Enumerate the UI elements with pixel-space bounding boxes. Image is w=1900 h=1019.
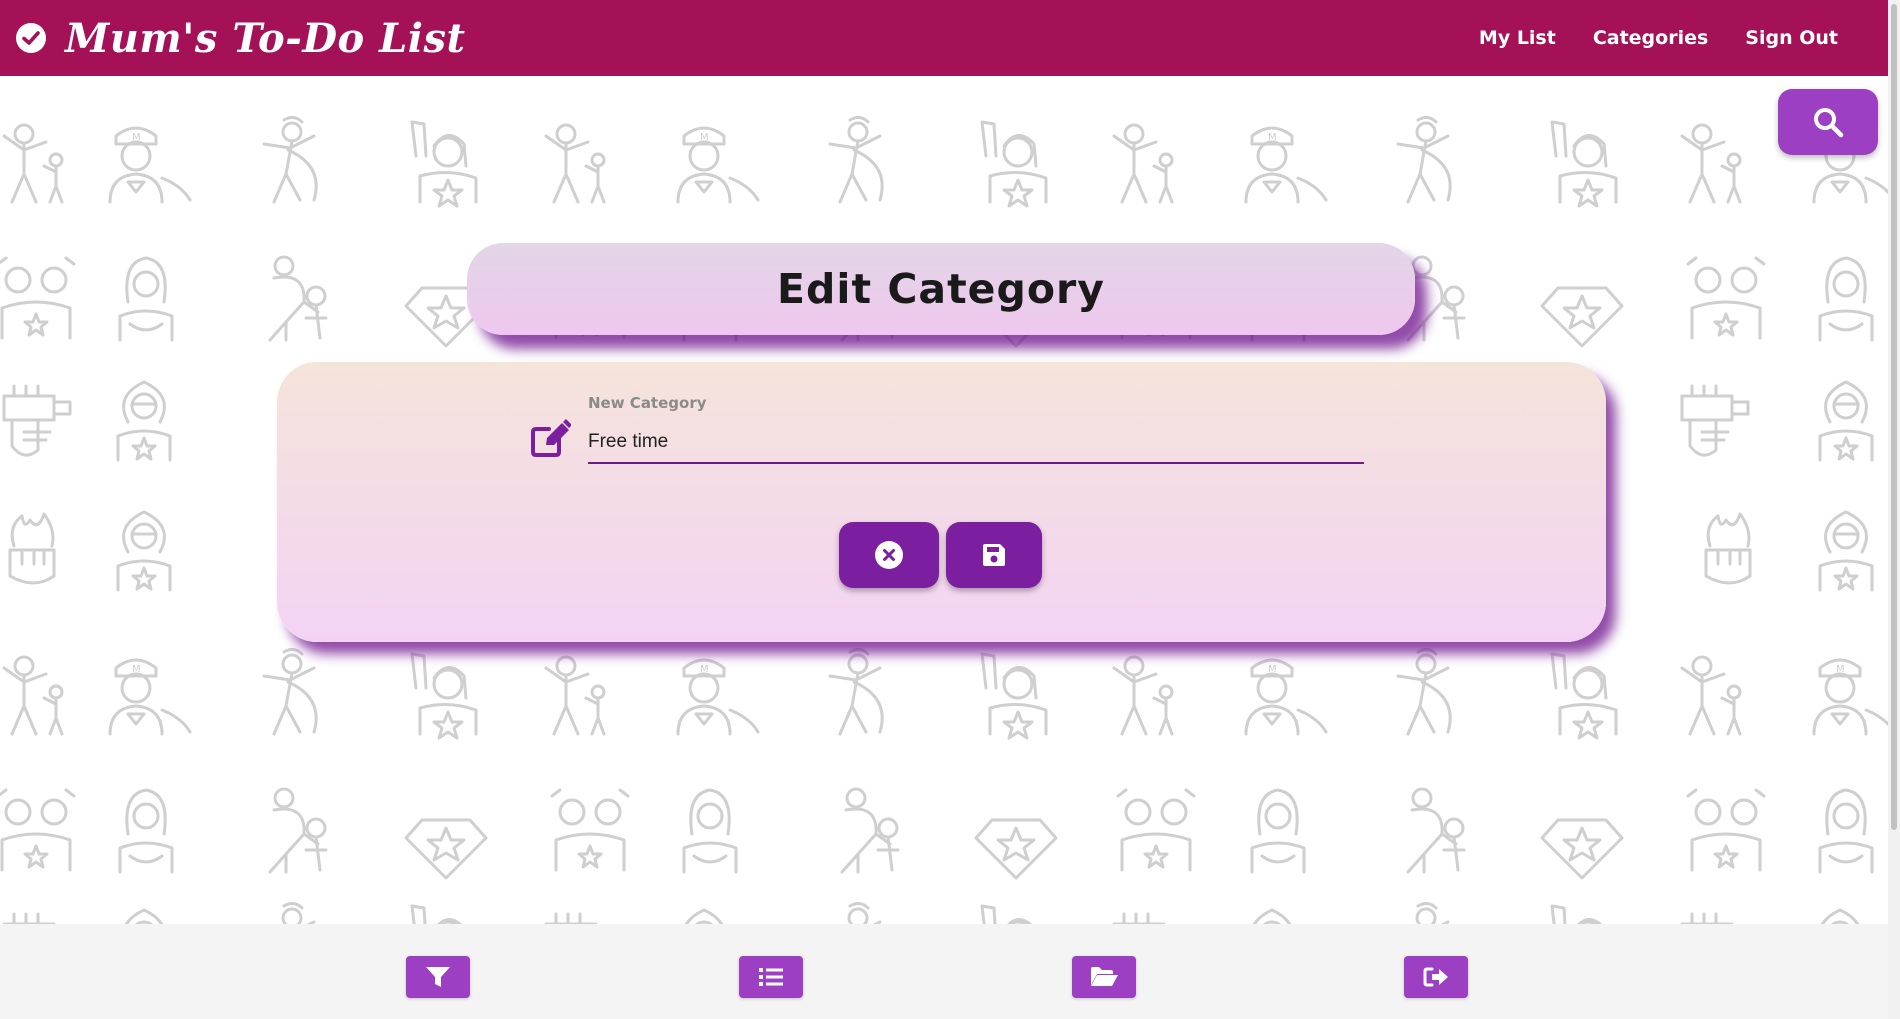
categories-button[interactable] [1072, 956, 1136, 998]
save-icon [983, 544, 1005, 566]
folder-open-icon [1091, 967, 1118, 986]
edit-category-form: New Category [277, 362, 1606, 642]
save-button[interactable] [946, 522, 1042, 588]
search-button[interactable] [1778, 89, 1878, 155]
list-button[interactable] [739, 956, 803, 998]
footer-toolbar [0, 924, 1888, 1019]
edit-icon [531, 419, 571, 457]
sign-out-button[interactable] [1404, 956, 1468, 998]
brand-title: Mum's To-Do List [65, 14, 466, 62]
scrollbar[interactable] [1888, 0, 1900, 1019]
times-circle-icon [875, 541, 903, 569]
new-category-label: New Category [588, 394, 707, 412]
sign-out-icon [1423, 967, 1448, 987]
search-icon [1814, 108, 1844, 138]
page-title-card: Edit Category [467, 243, 1415, 335]
nav-link-my-list[interactable]: My List [1479, 27, 1556, 49]
page-title: Edit Category [777, 265, 1105, 313]
list-icon [759, 968, 783, 986]
cancel-button[interactable] [839, 522, 939, 588]
nav-links: My List Categories Sign Out [1442, 0, 1838, 76]
nav-link-categories[interactable]: Categories [1593, 27, 1708, 49]
filter-icon [426, 967, 450, 987]
navbar: Mum's To-Do List My List Categories Sign… [0, 0, 1888, 76]
check-circle-icon [16, 23, 46, 53]
nav-link-sign-out[interactable]: Sign Out [1745, 27, 1838, 49]
brand[interactable]: Mum's To-Do List [15, 15, 465, 62]
new-category-input[interactable] [588, 422, 1364, 464]
scrollbar-thumb[interactable] [1891, 4, 1897, 830]
filter-button[interactable] [406, 956, 470, 998]
